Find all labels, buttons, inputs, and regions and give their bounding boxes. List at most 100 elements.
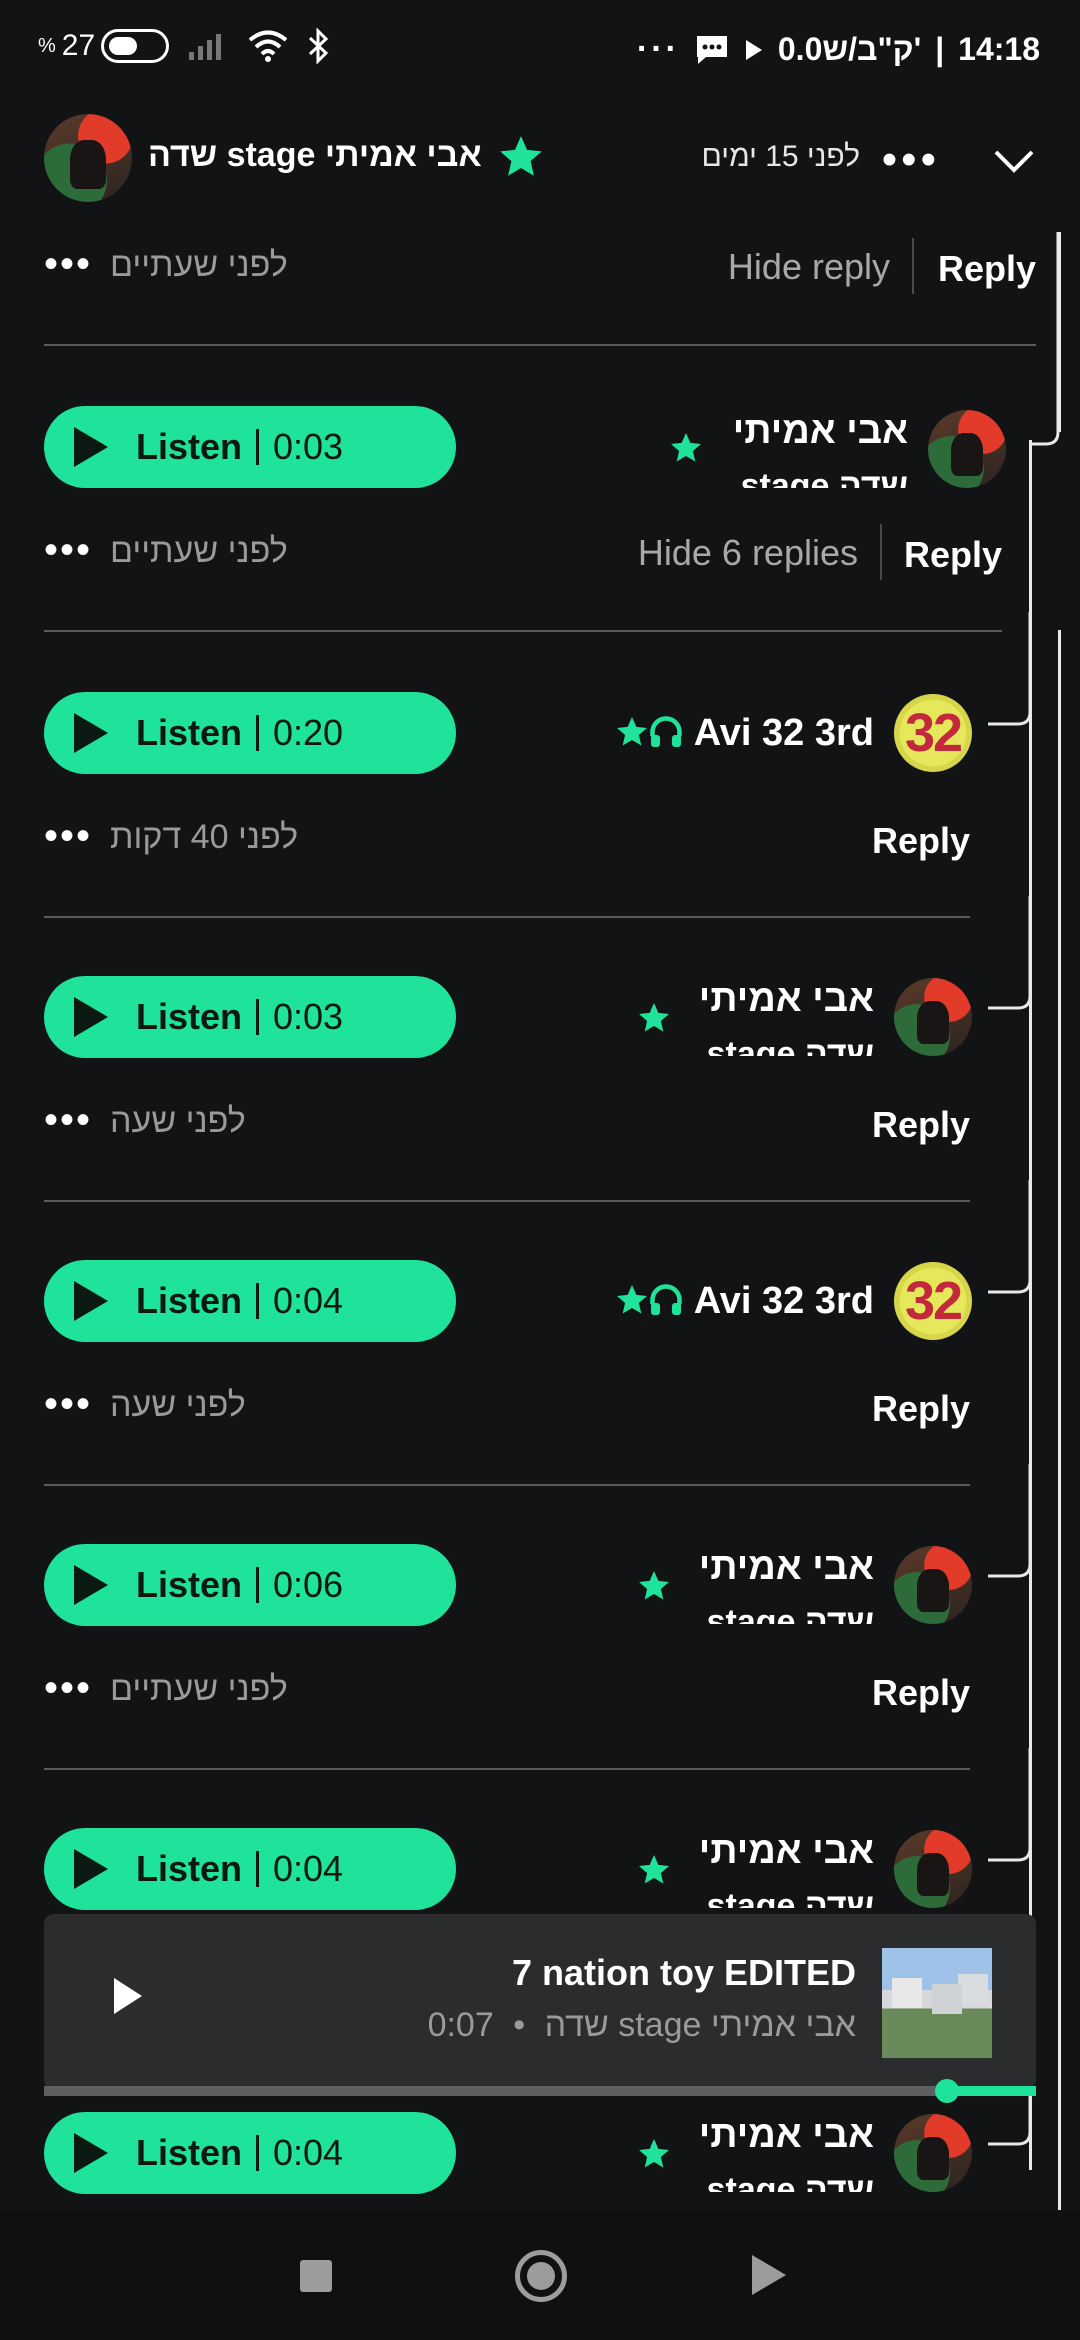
commenter-name[interactable]: אבי אמיתי — [699, 1830, 874, 1873]
commenter-name[interactable]: Avi 32 3rd — [694, 712, 874, 755]
listen-label: Listen — [136, 712, 243, 753]
player-separator: • — [513, 2006, 526, 2044]
listen-button[interactable]: Listen 0:06 — [44, 1544, 456, 1626]
listen-label: Listen — [136, 1280, 243, 1321]
home-icon[interactable] — [515, 2250, 567, 2302]
listen-button[interactable]: Listen 0:20 — [44, 692, 456, 774]
divider — [44, 344, 1036, 346]
reply-button[interactable]: Reply — [872, 1388, 970, 1430]
listen-divider — [256, 429, 260, 465]
listen-button[interactable]: Listen 0:04 — [44, 2112, 456, 2194]
comment-time-ago: לפני שעתיים — [110, 246, 288, 284]
player-artist: אבי אמיתי stage שדה — [544, 2006, 856, 2044]
hide-replies-button[interactable]: Hide 6 replies — [638, 532, 858, 574]
reply-actions: ••• לפני שעה Reply — [0, 1368, 1080, 1448]
commenter-avatar[interactable]: 32 — [894, 694, 972, 772]
player-progress-bar[interactable] — [44, 2079, 1036, 2103]
listen-duration: 0:03 — [273, 996, 344, 1037]
listen-button[interactable]: Listen 0:03 — [44, 406, 456, 488]
more-dots-icon[interactable]: ••• — [44, 814, 92, 859]
listen-label: Listen — [136, 1564, 243, 1605]
battery-indicator: % 27 — [38, 29, 170, 63]
mini-player[interactable]: 7 nation toy EDITED אבי אמיתי stage שדה … — [44, 1914, 1036, 2090]
thread-connector — [988, 1464, 1032, 1578]
listen-divider — [256, 1567, 260, 1603]
reply-button[interactable]: Reply — [904, 534, 1002, 576]
listen-label: Listen — [136, 426, 243, 467]
status-right: ··· 0.0ק"ב/ש' | 14:18 — [637, 30, 1040, 69]
star-icon — [500, 136, 542, 176]
net-speed: 0.0ק"ב/ש' — [777, 31, 922, 67]
star-icon — [639, 1855, 669, 1884]
commenter-name[interactable]: אבי אמיתי — [699, 2114, 874, 2157]
play-icon — [74, 1281, 108, 1321]
play-icon — [74, 427, 108, 467]
commenter-avatar[interactable] — [894, 1546, 972, 1624]
battery-level: 27 — [61, 29, 96, 62]
star-icon — [639, 1571, 669, 1600]
reply-button[interactable]: Reply — [872, 1104, 970, 1146]
play-icon — [74, 997, 108, 1037]
more-dots-icon[interactable]: ••• — [44, 1098, 92, 1143]
battery-icon — [101, 29, 170, 63]
commenter-avatar[interactable] — [894, 978, 972, 1056]
player-title: 7 nation toy EDITED — [511, 1952, 856, 1993]
post-author-avatar[interactable] — [44, 114, 132, 202]
commenter-avatar[interactable] — [894, 2114, 972, 2192]
separator — [912, 238, 914, 294]
more-dots-icon[interactable]: ••• — [44, 1666, 92, 1711]
listen-button[interactable]: Listen 0:04 — [44, 1260, 456, 1342]
chevron-down-icon[interactable] — [990, 136, 1038, 184]
recents-icon[interactable] — [300, 2260, 332, 2292]
reply-button[interactable]: Reply — [872, 820, 970, 862]
comment-time-ago: לפני שעה — [110, 1102, 246, 1140]
play-status-icon — [745, 39, 762, 60]
more-dots-icon[interactable]: ••• — [44, 242, 92, 287]
hide-reply-button[interactable]: Hide reply — [728, 246, 890, 288]
listen-duration: 0:04 — [273, 1280, 344, 1321]
divider — [44, 1768, 970, 1770]
player-progress-knob[interactable] — [934, 2079, 959, 2103]
more-dots-icon[interactable]: ••• — [44, 528, 92, 573]
thread-connector — [988, 1748, 1032, 1862]
comment-time-ago: לפני 40 דקות — [110, 818, 299, 856]
commenter-name[interactable]: אבי אמיתי — [699, 1546, 874, 1589]
listen-divider — [256, 999, 260, 1035]
commenter-name[interactable]: אבי אמיתי — [733, 410, 908, 453]
commenter-avatar[interactable] — [928, 410, 1006, 488]
reply-button[interactable]: Reply — [872, 1672, 970, 1714]
more-options-button[interactable]: ••• — [882, 135, 940, 185]
reply-actions: ••• לפני שעה Reply — [0, 1084, 1080, 1164]
listen-button[interactable]: Listen 0:04 — [44, 1828, 456, 1910]
post-author-name[interactable]: אבי אמיתי stage שדה — [148, 136, 482, 175]
status-separator: | — [935, 31, 945, 67]
separator — [880, 524, 882, 580]
player-progress-fill — [946, 2086, 1036, 2096]
commenter-subtitle: שדה stage — [706, 1887, 874, 1908]
divider — [44, 630, 1002, 632]
reply-actions: ••• לפני 40 דקות Reply — [0, 800, 1080, 880]
listen-label: Listen — [136, 2132, 243, 2173]
player-play-icon[interactable] — [114, 1978, 142, 2014]
divider — [44, 1200, 970, 1202]
commenter-avatar[interactable] — [894, 1830, 972, 1908]
listen-divider — [256, 715, 260, 751]
listen-button[interactable]: Listen 0:03 — [44, 976, 456, 1058]
first-comment-actions: ••• לפני שעתיים Hide 6 replies Reply — [0, 514, 1080, 594]
status-bar: % 27 ··· 0.0ק"ב/ש' | 14:18 — [0, 0, 1080, 100]
reply-button[interactable]: Reply — [938, 248, 1036, 290]
back-icon[interactable] — [752, 2255, 786, 2295]
listen-label: Listen — [136, 996, 243, 1037]
commenter-subtitle: שדה stage — [706, 2171, 874, 2192]
listen-divider — [256, 1851, 260, 1887]
listen-label: Listen — [136, 1848, 243, 1889]
divider — [44, 916, 970, 918]
more-dots-icon[interactable]: ••• — [44, 1382, 92, 1427]
play-icon — [74, 713, 108, 753]
star-icon — [639, 1003, 669, 1032]
reply-actions: ••• לפני שעתיים Reply — [0, 1652, 1080, 1732]
commenter-avatar[interactable]: 32 — [894, 1262, 972, 1340]
commenter-name[interactable]: Avi 32 3rd — [694, 1280, 874, 1323]
commenter-name[interactable]: אבי אמיתי — [699, 978, 874, 1021]
comment-time-ago: לפני שעתיים — [110, 1670, 288, 1708]
